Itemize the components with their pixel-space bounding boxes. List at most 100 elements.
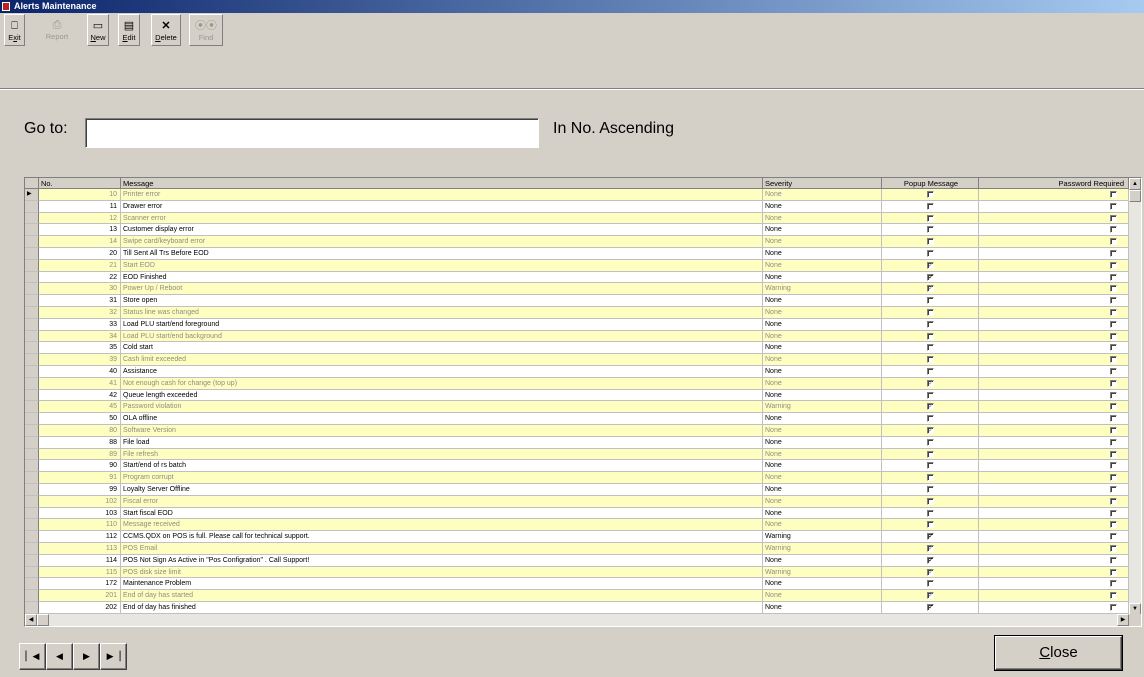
password-required-checkbox[interactable] — [1110, 450, 1117, 458]
cell-password-required[interactable] — [979, 307, 1129, 319]
popup-message-checkbox[interactable]: ✓ — [927, 556, 934, 564]
cell-popup-message[interactable] — [882, 307, 979, 319]
last-record-button[interactable]: ▶▕ — [100, 643, 127, 670]
cell-no[interactable]: 42 — [39, 389, 121, 402]
password-required-checkbox[interactable] — [1110, 474, 1117, 482]
cell-message[interactable]: Queue length exceeded — [121, 389, 763, 402]
cell-message[interactable]: Printer error — [121, 189, 763, 201]
table-row[interactable]: 13 Customer display error None — [25, 224, 1129, 237]
cell-severity[interactable]: None — [763, 236, 882, 248]
cell-popup-message[interactable]: ✓ — [882, 271, 979, 284]
cell-popup-message[interactable] — [882, 507, 979, 520]
cell-password-required[interactable] — [979, 531, 1129, 543]
row-indicator[interactable] — [25, 590, 39, 602]
table-row[interactable]: 112 CCMS.QDX on POS is full. Please call … — [25, 531, 1129, 543]
cell-popup-message[interactable]: ✓ — [882, 401, 979, 414]
cell-popup-message[interactable] — [882, 189, 979, 201]
cell-password-required[interactable] — [979, 248, 1129, 260]
cell-severity[interactable]: None — [763, 259, 882, 272]
cell-message[interactable]: POS disk size limit — [121, 566, 763, 579]
horizontal-scrollbar[interactable]: ◀ ▶ — [25, 614, 1129, 626]
cell-message[interactable]: Till Sent All Trs Before EOD — [121, 248, 763, 260]
password-required-checkbox[interactable] — [1110, 214, 1117, 222]
table-row[interactable]: 42 Queue length exceeded None — [25, 389, 1129, 402]
cell-no[interactable]: 14 — [39, 236, 121, 248]
cell-password-required[interactable] — [979, 554, 1129, 567]
popup-message-checkbox[interactable] — [927, 191, 934, 198]
row-indicator[interactable] — [25, 271, 39, 284]
table-row[interactable]: 50 OLA offline None — [25, 413, 1129, 425]
popup-message-checkbox[interactable] — [927, 226, 934, 234]
row-indicator[interactable] — [25, 495, 39, 508]
cell-popup-message[interactable] — [882, 472, 979, 484]
row-indicator[interactable] — [25, 212, 39, 225]
row-indicator[interactable] — [25, 318, 39, 331]
cell-password-required[interactable] — [979, 460, 1129, 473]
cell-severity[interactable]: None — [763, 342, 882, 355]
cell-message[interactable]: POS Email — [121, 543, 763, 555]
cell-no[interactable]: 114 — [39, 554, 121, 567]
popup-message-checkbox[interactable] — [927, 320, 934, 328]
cell-severity[interactable]: None — [763, 330, 882, 343]
cell-message[interactable]: End of day has started — [121, 590, 763, 602]
popup-message-checkbox[interactable]: ✓ — [927, 403, 934, 411]
cell-message[interactable]: Not enough cash for change (top up) — [121, 377, 763, 390]
cell-password-required[interactable] — [979, 330, 1129, 343]
table-row[interactable]: 103 Start fiscal EOD None — [25, 507, 1129, 520]
table-row[interactable]: 40 Assistance None — [25, 366, 1129, 378]
alerts-grid[interactable]: No. Message Severity Popup Message Passw… — [24, 177, 1142, 627]
scroll-right-button[interactable]: ▶ — [1117, 614, 1129, 626]
cell-popup-message[interactable] — [882, 519, 979, 532]
cell-password-required[interactable] — [979, 543, 1129, 555]
row-indicator[interactable] — [25, 460, 39, 473]
cell-severity[interactable]: Warning — [763, 283, 882, 296]
cell-message[interactable]: Message received — [121, 519, 763, 532]
row-indicator[interactable] — [25, 342, 39, 355]
row-indicator[interactable] — [25, 531, 39, 543]
cell-severity[interactable]: None — [763, 425, 882, 437]
first-record-button[interactable]: ▏◀ — [19, 643, 46, 670]
password-required-checkbox[interactable] — [1110, 297, 1117, 305]
row-indicator[interactable] — [25, 425, 39, 437]
cell-severity[interactable]: None — [763, 507, 882, 520]
password-required-checkbox[interactable] — [1110, 238, 1117, 246]
popup-message-checkbox[interactable] — [927, 332, 934, 340]
popup-message-checkbox[interactable] — [927, 438, 934, 446]
row-indicator[interactable] — [25, 224, 39, 237]
cell-no[interactable]: 39 — [39, 354, 121, 366]
find-button[interactable]: ⦿⦿ Find — [189, 14, 223, 46]
cell-popup-message[interactable] — [882, 318, 979, 331]
cell-password-required[interactable] — [979, 425, 1129, 437]
popup-message-checkbox[interactable] — [927, 415, 934, 423]
cell-popup-message[interactable]: ✓ — [882, 602, 979, 614]
popup-message-checkbox[interactable]: ✓ — [927, 285, 934, 293]
cell-popup-message[interactable] — [882, 366, 979, 378]
cell-severity[interactable]: Warning — [763, 531, 882, 543]
popup-message-checkbox[interactable]: ✓ — [927, 379, 934, 387]
password-required-checkbox[interactable] — [1110, 191, 1117, 198]
cell-popup-message[interactable] — [882, 389, 979, 402]
cell-message[interactable]: Maintenance Problem — [121, 578, 763, 591]
cell-no[interactable]: 172 — [39, 578, 121, 591]
password-required-checkbox[interactable] — [1110, 580, 1117, 588]
table-row[interactable]: 14 Swipe card/keyboard error None — [25, 236, 1129, 248]
table-row[interactable]: 88 File load None — [25, 436, 1129, 449]
cell-no[interactable]: 40 — [39, 366, 121, 378]
cell-severity[interactable]: None — [763, 602, 882, 614]
password-required-checkbox[interactable] — [1110, 356, 1117, 364]
cell-message[interactable]: Fiscal error — [121, 495, 763, 508]
cell-severity[interactable]: None — [763, 189, 882, 201]
cell-severity[interactable]: None — [763, 436, 882, 449]
cell-popup-message[interactable]: ✓ — [882, 283, 979, 296]
password-required-checkbox[interactable] — [1110, 545, 1117, 552]
row-indicator[interactable] — [25, 543, 39, 555]
popup-message-checkbox[interactable]: ✓ — [927, 545, 934, 552]
row-indicator[interactable] — [25, 436, 39, 449]
popup-message-checkbox[interactable]: ✓ — [927, 427, 934, 434]
cell-password-required[interactable] — [979, 259, 1129, 272]
cell-no[interactable]: 12 — [39, 212, 121, 225]
table-row[interactable]: 89 File refresh None — [25, 448, 1129, 461]
row-indicator[interactable] — [25, 566, 39, 579]
table-row[interactable]: 114 POS Not Sign As Active in "Pos Config… — [25, 554, 1129, 567]
password-required-checkbox[interactable] — [1110, 509, 1117, 517]
